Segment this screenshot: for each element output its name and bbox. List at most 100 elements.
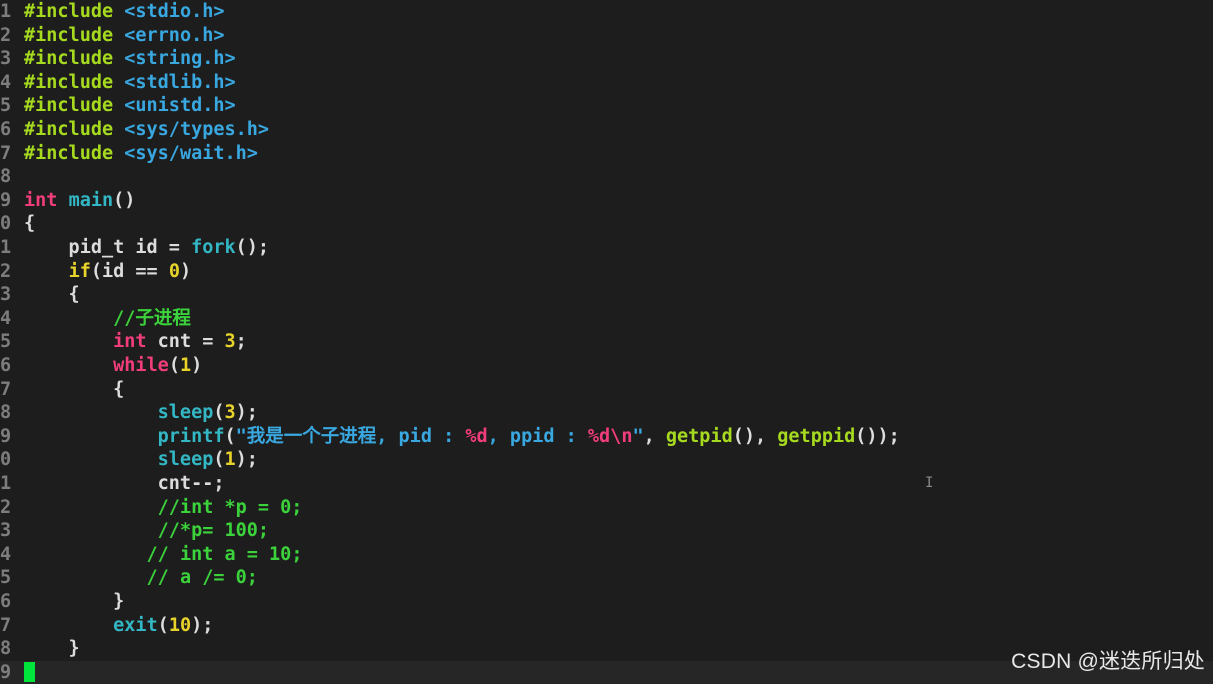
code-line[interactable]: 5 #include <unistd.h> xyxy=(0,94,1213,118)
code-line[interactable]: 0{ xyxy=(0,212,1213,236)
line-number: 8 xyxy=(0,638,12,660)
code-line[interactable]: 5 int cnt = 3; xyxy=(0,330,1213,354)
code-line[interactable]: 6 while(1) xyxy=(0,354,1213,378)
line-number: 1 xyxy=(0,237,12,258)
code-line[interactable]: 6 } xyxy=(0,590,1213,614)
code-token: ( xyxy=(168,355,180,376)
code-token: { xyxy=(24,284,80,306)
code-token: <string.h> xyxy=(124,48,236,70)
code-line[interactable]: 4 #include <stdlib.h> xyxy=(0,71,1213,95)
code-line[interactable]: 8 sleep(3); xyxy=(0,401,1213,425)
csdn-watermark: CSDN @迷迭所归处 xyxy=(1011,650,1205,673)
code-line[interactable]: 6 #include <sys/types.h> xyxy=(0,118,1213,142)
code-token: <errno.h> xyxy=(124,24,225,46)
line-number: 1 xyxy=(0,1,12,22)
code-text: #include <string.h> xyxy=(24,47,236,71)
code-token: { xyxy=(24,378,125,400)
code-line[interactable]: 0 sleep(1); xyxy=(0,448,1213,472)
code-token: , xyxy=(643,425,666,447)
code-token: ); xyxy=(191,614,214,636)
code-line[interactable]: 7 #include <sys/wait.h> xyxy=(0,142,1213,166)
code-text: cnt--; xyxy=(24,472,225,496)
line-number: 7 xyxy=(0,614,12,636)
code-line[interactable]: 5 // a /= 0; xyxy=(0,566,1213,590)
code-line[interactable]: 2 if(id == 0) xyxy=(0,260,1213,284)
code-token: int xyxy=(113,331,147,353)
code-line[interactable]: 7 { xyxy=(0,378,1213,402)
code-token: (id == xyxy=(90,260,169,282)
code-token: "我是一个子进程, pid : xyxy=(235,425,466,447)
code-token: #include xyxy=(24,48,114,70)
line-number: 9 xyxy=(0,189,12,211)
code-token: 3 xyxy=(224,402,236,424)
line-number: 6 xyxy=(0,591,12,612)
line-number: 2 xyxy=(0,496,12,518)
code-token: ) xyxy=(179,260,192,282)
code-line[interactable]: 2 #include <errno.h> xyxy=(0,24,1213,48)
code-token: sleep xyxy=(157,402,214,424)
code-line[interactable]: 1 #include <stdio.h> xyxy=(0,0,1213,24)
code-token: ); xyxy=(235,449,258,471)
line-number: 1 xyxy=(0,473,12,494)
code-text: #include <sys/wait.h> xyxy=(24,142,258,166)
code-token: (), xyxy=(732,425,778,447)
code-line[interactable]: 1 pid_t id = fork(); xyxy=(0,236,1213,260)
code-token: // int a = 10; xyxy=(146,543,303,565)
code-token: { xyxy=(24,213,36,235)
line-number: 5 xyxy=(0,95,12,117)
code-text: { xyxy=(24,283,80,307)
code-token: cnt--; xyxy=(24,473,225,494)
code-text: } xyxy=(24,637,80,661)
code-token: #include xyxy=(24,95,114,117)
code-token: (); xyxy=(235,237,270,258)
line-number: 2 xyxy=(0,260,12,282)
line-number: 9 xyxy=(0,425,12,447)
code-line[interactable]: 4 //子进程 xyxy=(0,307,1213,331)
code-text: if(id == 0) xyxy=(24,260,192,284)
code-token: <sys/wait.h> xyxy=(124,142,258,164)
code-text: #include <sys/types.h> xyxy=(24,118,269,142)
code-line[interactable]: 3 //*p= 100; xyxy=(0,519,1213,543)
line-number: 0 xyxy=(0,449,12,471)
code-text: int cnt = 3; xyxy=(24,330,247,354)
line-number: 4 xyxy=(0,543,12,565)
code-token: , ppid : xyxy=(487,425,588,447)
code-token: } xyxy=(24,591,125,612)
line-number: 4 xyxy=(0,307,12,329)
code-line[interactable]: 2 //int *p = 0; xyxy=(0,496,1213,520)
code-line[interactable]: 9 printf("我是一个子进程, pid : %d, ppid : %d\n… xyxy=(0,425,1213,449)
code-line[interactable]: 3 #include <string.h> xyxy=(0,47,1213,71)
code-text: //*p= 100; xyxy=(24,519,269,543)
line-number: 7 xyxy=(0,378,12,400)
code-token: %d xyxy=(465,425,488,447)
block-cursor xyxy=(24,661,35,682)
code-token: cnt = xyxy=(146,331,225,353)
code-line[interactable]: 7 exit(10); xyxy=(0,614,1213,638)
code-line[interactable]: 1 cnt--; xyxy=(0,472,1213,496)
code-token: printf xyxy=(157,425,225,447)
code-token: 1 xyxy=(224,449,236,471)
code-text xyxy=(24,661,35,684)
code-token: ) xyxy=(191,355,203,376)
code-line[interactable]: 3 { xyxy=(0,283,1213,307)
code-text: // a /= 0; xyxy=(24,566,258,590)
code-text: sleep(3); xyxy=(24,401,258,425)
code-editor[interactable]: 1 #include <stdio.h> 2 #include <errno.h> 3 #… xyxy=(0,0,1213,684)
code-token: #include xyxy=(24,142,114,164)
code-line[interactable]: 4 // int a = 10; xyxy=(0,543,1213,567)
code-token: () xyxy=(113,189,136,211)
code-line[interactable]: 8 xyxy=(0,165,1213,189)
code-line[interactable]: 9 int main() xyxy=(0,189,1213,213)
code-token: // a /= 0; xyxy=(146,567,258,589)
code-token: main xyxy=(68,189,114,211)
